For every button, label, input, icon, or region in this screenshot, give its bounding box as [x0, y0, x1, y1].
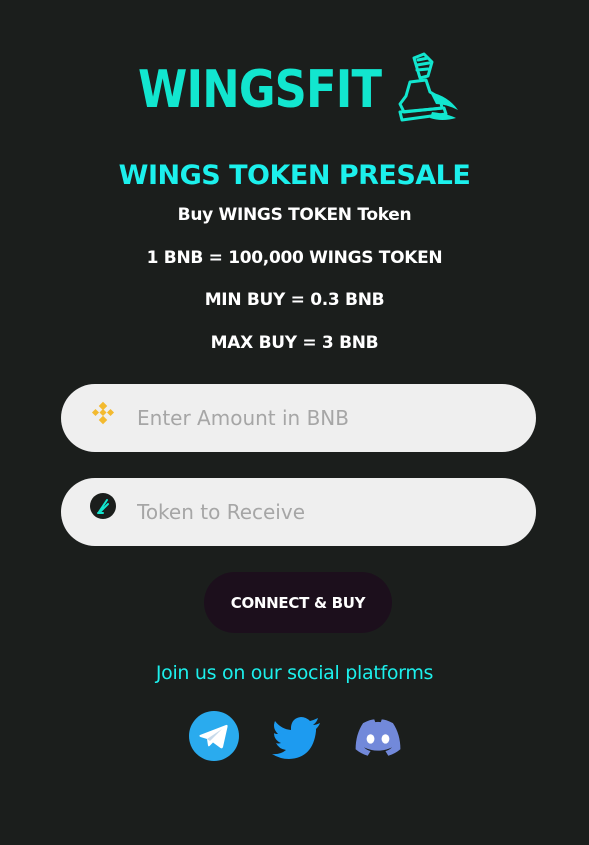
page-title: WINGS TOKEN PRESALE — [118, 160, 471, 191]
receive-input[interactable] — [137, 478, 517, 546]
amount-field[interactable] — [61, 384, 536, 452]
winged-shoe-icon — [398, 52, 458, 122]
brand-logo: WINGSFIT — [138, 52, 460, 128]
presale-subtitle: Buy WINGS TOKEN Token — [177, 205, 412, 225]
connect-and-buy-button[interactable]: CONNECT & BUY — [204, 572, 392, 633]
max-buy: MAX BUY = 3 BNB — [210, 333, 379, 353]
receive-field[interactable] — [61, 478, 536, 546]
wings-token-icon — [90, 493, 116, 519]
logo-wordmark: WINGSFIT — [138, 60, 382, 120]
min-buy: MIN BUY = 0.3 BNB — [204, 290, 385, 310]
bnb-icon — [91, 401, 115, 425]
discord-icon[interactable] — [350, 710, 406, 766]
amount-input[interactable] — [137, 384, 517, 452]
twitter-icon[interactable] — [270, 711, 326, 767]
exchange-rate: 1 BNB = 100,000 WINGS TOKEN — [146, 248, 443, 268]
social-heading: Join us on our social platforms — [155, 662, 434, 684]
telegram-icon[interactable] — [186, 708, 242, 764]
